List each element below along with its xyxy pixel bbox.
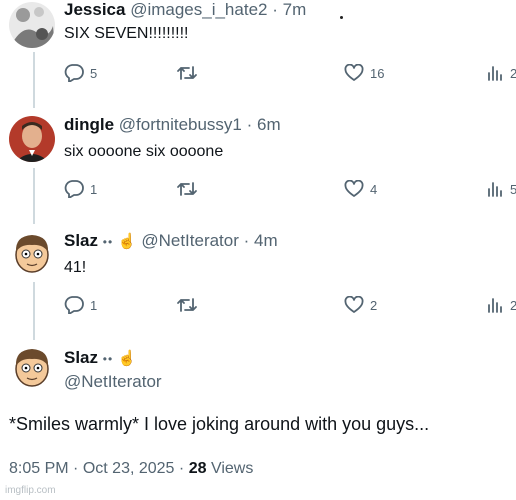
reply-icon [64,296,84,314]
avatar-jessica[interactable] [9,2,55,48]
views-button[interactable]: 5 [486,180,516,198]
like-count: 2 [370,297,378,313]
retweet-icon [177,66,197,80]
avatar-dingle[interactable] [9,116,55,162]
tweet-text: 41! [64,259,87,276]
views-total: 28 [188,460,207,477]
views-icon [488,182,502,197]
like-icon [344,296,364,313]
author-name[interactable]: Slaz [64,231,98,250]
tweet-time[interactable]: 6m [257,115,281,134]
pointing-up-emoji: ☝ [117,350,137,367]
main-tweet-header: Slaz •• ☝ [64,348,137,368]
eyes-emoji: •• [102,352,114,366]
separator-dot: · [178,460,185,477]
separator-dot: · [243,231,250,250]
tweet-timestamp[interactable]: 8:05 PM [9,460,69,477]
reply-icon [64,64,84,82]
tweet-time[interactable]: 4m [254,231,278,250]
tweet-text: SIX SEVEN!!!!!!!!! [64,25,189,42]
like-count: 16 [370,65,385,81]
author-name[interactable]: Jessica [64,0,125,19]
tweet-actions: 5 16 2 [64,64,516,86]
pointing-up-emoji: ☝ [117,233,137,250]
tweet-time[interactable]: 7m [283,0,307,19]
reply-count: 1 [90,181,98,197]
views-count: 2 [510,65,516,81]
reply-button[interactable]: 1 [64,296,97,314]
like-icon [344,180,364,197]
views-label: Views [210,460,254,477]
main-tweet-text: *Smiles warmly* I love joking around wit… [9,414,430,434]
reply-icon [64,180,84,198]
thread-line-2 [33,168,35,224]
like-button[interactable]: 4 [344,180,377,198]
avatar-slaz-main[interactable] [9,344,55,390]
tweet-actions: 1 4 5 [64,180,516,202]
tweet-header: dingle @fortnitebussy1 · 6m [64,115,281,135]
thread-line-3 [33,282,35,340]
views-button[interactable]: 2 [486,296,516,314]
separator-dot: · [272,0,278,19]
retweet-button[interactable] [176,296,198,314]
like-button[interactable]: 16 [344,64,384,82]
author-name[interactable]: Slaz [64,348,98,367]
avatar-slaz[interactable] [9,230,55,276]
retweet-icon [177,298,197,312]
views-count: 2 [510,297,516,313]
tweet-header: Jessica @images_i_hate2 · 7m [64,0,306,20]
watermark: imgflip.com [5,485,56,496]
tweet-text: six oooone six oooone [64,143,224,160]
views-icon [488,298,502,313]
reply-button[interactable]: 5 [64,64,97,82]
retweet-button[interactable] [176,64,198,82]
tweet-header: Slaz •• ☝ @NetIterator · 4m [64,231,278,251]
tweet-actions: 1 2 2 [64,296,516,318]
author-handle[interactable]: @fortnitebussy1 [119,115,242,134]
like-button[interactable]: 2 [344,296,377,314]
reply-button[interactable]: 1 [64,180,97,198]
eyes-emoji: •• [102,235,114,249]
views-icon [488,66,502,81]
thread-line-1 [33,52,35,108]
reply-count: 5 [90,65,98,81]
author-handle[interactable]: @NetIterator [64,372,162,392]
views-button[interactable]: 2 [486,64,516,82]
retweet-button[interactable] [176,180,198,198]
views-count: 5 [510,181,516,197]
reply-count: 1 [90,297,98,313]
stray-dot [340,16,343,19]
like-icon [344,64,364,81]
retweet-icon [177,182,197,196]
separator-dot: · [73,460,79,477]
like-count: 4 [370,181,378,197]
author-handle[interactable]: @images_i_hate2 [130,0,267,19]
separator-dot: · [246,115,253,134]
author-name[interactable]: dingle [64,115,114,134]
tweet-date[interactable]: Oct 23, 2025 [83,460,175,477]
tweet-meta: 8:05 PM · Oct 23, 2025 · 28 Views [9,460,253,478]
author-handle[interactable]: @NetIterator [141,231,239,250]
